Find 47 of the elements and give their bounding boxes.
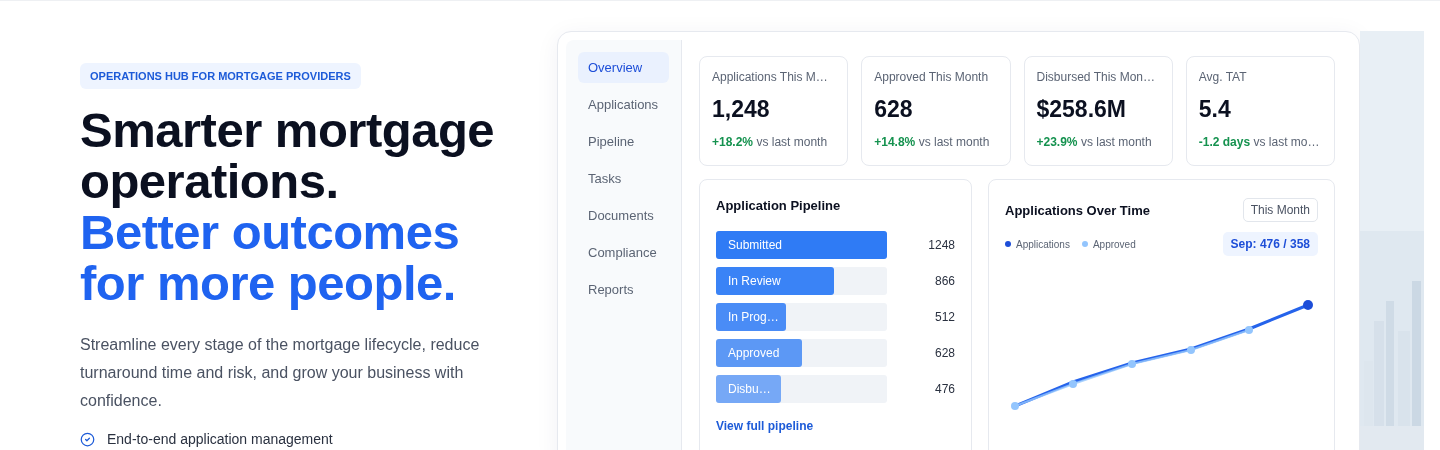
sidebar-item[interactable]: Reports — [578, 274, 669, 305]
stat-label: Applications This M… — [712, 70, 829, 84]
sidebar-item[interactable]: Pipeline — [578, 126, 669, 157]
stat-value: 5.4 — [1198, 96, 1232, 123]
card-title: Application Pipeline — [716, 198, 842, 213]
stat-value: 1,248 — [712, 96, 771, 123]
data-point — [1128, 360, 1136, 368]
stat-change: -1.2 days vs last mo… — [1198, 135, 1321, 149]
pipeline-bar: Approved — [716, 339, 802, 367]
stage-count: 512 — [933, 310, 955, 324]
stage-count: 1248 — [927, 238, 955, 252]
data-point — [1011, 402, 1019, 410]
pipeline-bar: Disbu… — [716, 375, 781, 403]
eyebrow-badge: OPERATIONS HUB FOR MORTGAGE PROVIDERS — [80, 63, 361, 89]
period-button[interactable]: This Month — [1242, 198, 1318, 222]
stage-count: 866 — [933, 274, 955, 288]
stat-change: +18.2% vs last month — [712, 135, 829, 149]
stat-label: Disbursed This Mon… — [1036, 70, 1156, 84]
chart-tooltip: Sep: 476 / 358 — [1222, 232, 1318, 256]
sidebar-item[interactable]: Applications — [578, 89, 669, 120]
sidebar-item[interactable]: Documents — [578, 200, 669, 231]
feature-text: End-to-end application management — [107, 431, 333, 447]
stat-label: Avg. TAT — [1198, 70, 1248, 84]
sidebar-item[interactable]: Compliance — [578, 237, 669, 268]
stage-count: 628 — [933, 346, 955, 360]
pipeline-bar: In Review — [716, 267, 834, 295]
legend-label: Applications — [1016, 238, 1070, 250]
stage-count: 476 — [933, 382, 955, 396]
check-circle-icon — [80, 431, 95, 447]
data-point — [1245, 326, 1253, 334]
stat-value: 628 — [874, 96, 914, 123]
data-point — [1069, 380, 1077, 388]
intro-text: Streamline every stage of the mortgage lifecycle, reduce turnaround time and risk, and grow your business with confidence. — [80, 335, 481, 411]
stat-label: Approved This Month — [874, 70, 990, 84]
legend-label: Approved — [1092, 238, 1136, 250]
card-title: Applications Over Time — [1005, 202, 1150, 218]
data-point — [1303, 300, 1313, 310]
view-pipeline-link[interactable]: View full pipeline — [716, 419, 814, 433]
pipeline-bar: Submitted — [716, 231, 887, 259]
pipeline-bar: In Prog… — [716, 303, 787, 331]
stat-change: +23.9% vs last month — [1036, 135, 1153, 149]
stat-value: $258.6M — [1036, 96, 1127, 123]
sidebar-item[interactable]: Tasks — [578, 163, 669, 194]
sidebar-item[interactable]: Overview — [578, 52, 669, 83]
stat-change: +14.8% vs last month — [874, 135, 991, 149]
data-point — [1187, 346, 1195, 354]
headline: Smarter mortgage operations. Better outcomes for more people. — [80, 105, 496, 309]
